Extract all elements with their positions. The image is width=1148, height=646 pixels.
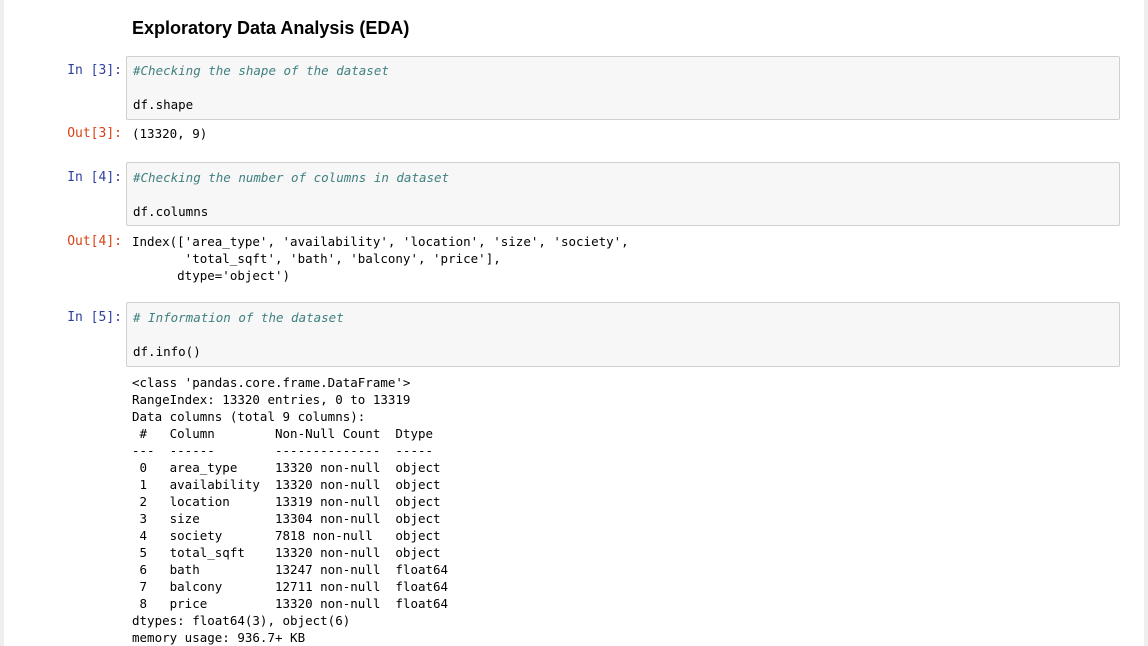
cell-output-3: (13320, 9) bbox=[132, 126, 208, 141]
code-comment: # Information of the dataset bbox=[133, 310, 344, 325]
cell-output-4: Index(['area_type', 'availability', 'loc… bbox=[132, 234, 629, 283]
section-heading: Exploratory Data Analysis (EDA) bbox=[132, 18, 410, 38]
code-comment: #Checking the number of columns in datas… bbox=[133, 170, 450, 185]
out-prompt-3: Out[3]: bbox=[67, 126, 122, 141]
in-prompt-5: In [5]: bbox=[67, 310, 122, 325]
code-cell-4[interactable]: #Checking the number of columns in datas… bbox=[126, 162, 1120, 226]
code-statement: df.shape bbox=[133, 97, 194, 112]
in-prompt-3: In [3]: bbox=[67, 63, 122, 78]
out-prompt-4: Out[4]: bbox=[67, 234, 122, 249]
code-cell-3[interactable]: #Checking the shape of the dataset df.sh… bbox=[126, 56, 1120, 120]
code-statement: df.info() bbox=[133, 344, 201, 359]
in-prompt-4: In [4]: bbox=[67, 170, 122, 185]
code-cell-5[interactable]: # Information of the dataset df.info() bbox=[126, 302, 1120, 367]
code-comment: #Checking the shape of the dataset bbox=[133, 63, 389, 78]
notebook: Exploratory Data Analysis (EDA) In [3]: … bbox=[4, 0, 1144, 646]
code-statement: df.columns bbox=[133, 204, 209, 219]
cell-output-5: <class 'pandas.core.frame.DataFrame'> Ra… bbox=[132, 375, 449, 645]
